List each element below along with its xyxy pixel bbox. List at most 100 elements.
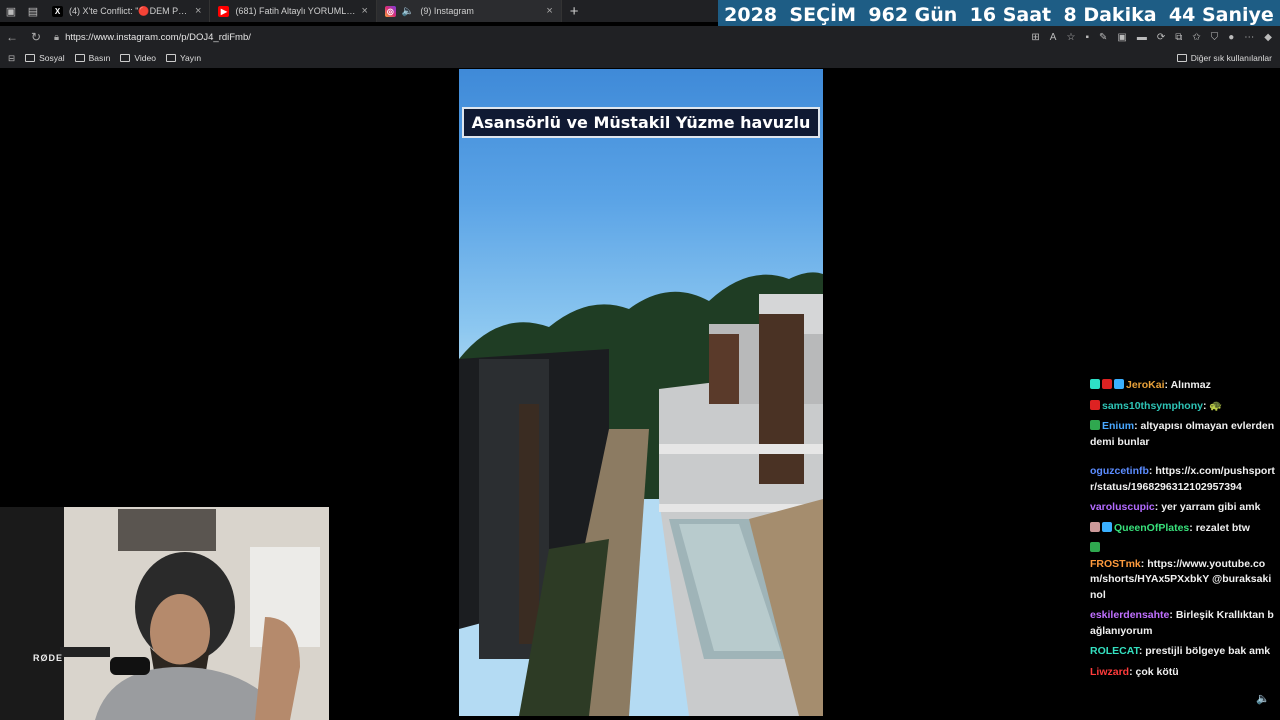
chat-message: varoluscupic: yer yarram gibi amk [1090, 501, 1261, 513]
countdown-year: 2028 [724, 3, 778, 26]
folder-icon [25, 54, 36, 62]
shield-icon[interactable]: ⛉ [1211, 32, 1219, 43]
gem-badge-icon [1102, 521, 1112, 532]
bookmark-label: Sosyal [39, 53, 65, 63]
instagram-logo-icon: ◎ [384, 5, 396, 17]
bookmark-yayin[interactable]: Yayın [165, 53, 202, 63]
extension-icon[interactable]: ✎ [1099, 32, 1107, 43]
tab-youtube[interactable]: ▶ (681) Fatih Altaylı YORUMLAYAMIYOR × [210, 0, 377, 22]
lock-icon[interactable]: 🔒︎ [54, 32, 59, 43]
chat-username[interactable]: eskilerdensahte [1090, 609, 1169, 621]
badge-icon [1102, 379, 1112, 389]
chat-username[interactable]: varoluscupic [1090, 501, 1155, 513]
back-icon[interactable]: ← [0, 30, 24, 44]
countdown-label: SEÇİM [789, 3, 857, 26]
chat-message: Liwzard: çok kötü [1090, 665, 1179, 678]
bookmark-label: Video [134, 53, 156, 63]
close-tab-icon[interactable]: × [546, 5, 552, 17]
countdown-seconds: 44 Saniye [1168, 3, 1274, 26]
close-tab-icon[interactable]: × [195, 5, 201, 17]
gem-badge-icon [1114, 379, 1124, 389]
tab-title: (9) Instagram [420, 6, 474, 16]
countdown-days: 962 Gün [868, 3, 958, 26]
refresh-icon[interactable]: ↻ [24, 30, 48, 44]
countdown-hours: 16 Saat [969, 3, 1052, 26]
chat-text: çok kötü [1135, 665, 1179, 678]
new-tab-button[interactable]: + [562, 3, 587, 20]
copilot-icon[interactable]: ◆ [1264, 32, 1272, 43]
reel-video[interactable]: Asansörlü ve Müstakil Yüzme havuzlu [459, 69, 823, 716]
chat-message: ROLECAT: prestijli bölgeye bak amk [1090, 645, 1271, 657]
chat-username[interactable]: oguzcetinfb [1090, 465, 1149, 477]
chat-username[interactable]: JeroKai [1126, 379, 1165, 391]
workspaces-icon[interactable]: ▣ [0, 0, 22, 22]
folder-icon [120, 54, 131, 62]
bookmark-sosyal[interactable]: Sosyal [25, 53, 65, 63]
chat-username[interactable]: FROSTmk [1090, 558, 1141, 570]
other-bookmarks-label: Diğer sık kullanılanlar [1190, 53, 1272, 63]
tab-title: (4) X'te Conflict: "🔴DEM Parti: "İ... [69, 5, 189, 16]
x-logo-icon: X [52, 5, 63, 17]
extension-icon[interactable]: ▬ [1137, 32, 1147, 43]
tab-instagram[interactable]: ◎ 🔈 (9) Instagram × [376, 0, 562, 22]
bookmarks-bar: ⊟ Sosyal Basın Video Yayın Diğer sık kul… [0, 48, 1280, 68]
favorite-star-icon[interactable]: ☆ [1066, 32, 1075, 43]
apps-icon[interactable]: ⊞ [1031, 32, 1039, 43]
bookmarks-menu-icon[interactable]: ⊟ [8, 53, 15, 64]
chat-message: FROSTmk: https://www.youtube.com/shorts/… [1090, 541, 1276, 603]
mic-brand-label: RØDE [33, 653, 64, 663]
stream-chat: JeroKai: Alınmaz sams10thsymphony: 🐢 Eni… [1090, 378, 1276, 685]
bookmark-label: Yayın [179, 53, 202, 63]
profile-avatar[interactable]: ● [1228, 32, 1234, 43]
more-menu-icon[interactable]: ⋯ [1244, 32, 1254, 43]
chat-text: 🐢 [1209, 399, 1223, 412]
volume-icon[interactable]: 🔈 [1256, 692, 1270, 705]
bookmark-label: Basın [88, 53, 111, 63]
chat-text: rezalet btw [1195, 521, 1250, 534]
chat-username[interactable]: Enium [1102, 420, 1134, 432]
extension-icon[interactable]: ▪ [1085, 32, 1089, 43]
bookmark-video[interactable]: Video [120, 53, 156, 63]
sub-badge-icon [1090, 379, 1100, 389]
extensions-puzzle-icon[interactable]: ⟳ [1157, 32, 1165, 43]
countdown-minutes: 8 Dakika [1063, 3, 1157, 26]
streamer-silhouette [60, 509, 320, 720]
folder-icon [74, 54, 85, 62]
tab-title: (681) Fatih Altaylı YORUMLAYAMIYOR [235, 6, 355, 16]
chat-message: oguzcetinfb: https://x.com/pushsportr/st… [1090, 465, 1275, 493]
chat-username[interactable]: ROLECAT [1090, 645, 1139, 657]
badge-icon [1090, 399, 1100, 410]
chat-username[interactable]: sams10thsymphony [1102, 400, 1203, 412]
url-text[interactable]: https://www.instagram.com/p/DOJ4_rdiFmb/ [65, 32, 251, 43]
chat-text: yer yarram gibi amk [1161, 501, 1261, 513]
bookmark-basin[interactable]: Basın [74, 53, 111, 63]
read-aloud-icon[interactable]: A [1050, 32, 1057, 43]
toolbar-icons: ⊞ A ☆ ▪ ✎ ▣ ▬ ⟳ ⧉ ✩ ⛉ ● ⋯ ◆ [1031, 26, 1272, 48]
reel-caption-text: Asansörlü ve Müstakil Yüzme havuzlu [471, 113, 811, 132]
extension-icon[interactable]: ▣ [1117, 32, 1126, 43]
chat-text: prestijli bölgeye bak amk [1145, 645, 1271, 657]
speaker-icon[interactable]: 🔈 [402, 6, 414, 17]
chat-username[interactable]: QueenOfPlates [1114, 522, 1189, 534]
close-tab-icon[interactable]: × [361, 5, 367, 17]
webcam-overlay: RØDE [0, 507, 329, 720]
chat-message: Enium: altyapısı olmayan evlerden demi b… [1090, 420, 1275, 448]
reel-video-frame [459, 272, 823, 716]
address-bar[interactable]: 🔒︎ https://www.instagram.com/p/DOJ4_rdiF… [54, 28, 934, 46]
tab-actions-icon[interactable]: ▤ [22, 0, 44, 22]
chat-message: QueenOfPlates: rezalet btw [1090, 521, 1276, 537]
favorites-icon[interactable]: ✩ [1192, 32, 1200, 43]
badge-icon [1090, 542, 1100, 552]
split-screen-icon[interactable]: ⧉ [1175, 32, 1182, 43]
youtube-logo-icon: ▶ [218, 5, 230, 17]
badge-icon [1090, 420, 1100, 430]
folder-icon [1176, 54, 1187, 62]
chat-username[interactable]: Liwzard [1090, 666, 1129, 678]
badge-icon [1090, 521, 1100, 532]
folder-icon [165, 54, 176, 62]
chat-text: Alınmaz [1170, 379, 1211, 391]
countdown-banner: 2028 SEÇİM 962 Gün 16 Saat 8 Dakika 44 S… [718, 0, 1280, 29]
chat-message: sams10thsymphony: 🐢 [1090, 399, 1276, 415]
tab-x[interactable]: X (4) X'te Conflict: "🔴DEM Parti: "İ... … [44, 0, 211, 22]
other-bookmarks[interactable]: Diğer sık kullanılanlar [1176, 53, 1272, 63]
